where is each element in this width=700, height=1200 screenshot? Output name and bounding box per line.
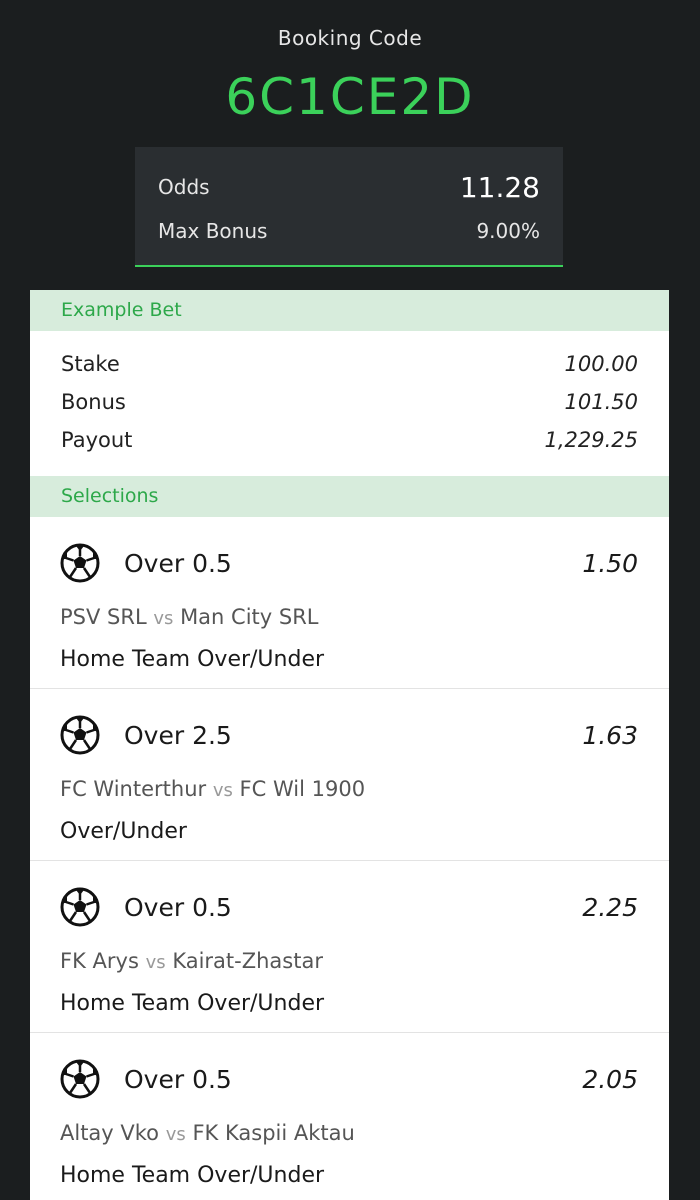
selection-match: FK Arys vs Kairat-Zhastar — [60, 949, 323, 973]
soccer-ball-icon — [60, 543, 100, 583]
selection-pick: Over 2.5 — [124, 720, 232, 750]
selections-header: Selections — [30, 476, 669, 517]
away-team: Kairat-Zhastar — [172, 949, 323, 973]
booking-screen: Booking Code 6C1CE2D Odds 11.28 Max Bonu… — [0, 0, 700, 1200]
max-bonus-label: Max Bonus — [158, 219, 268, 243]
selection-top: Over 0.5 2.25 — [60, 885, 638, 929]
selection-pick: Over 0.5 — [124, 1064, 232, 1094]
selection-item[interactable]: Over 0.5 1.50 PSV SRL vs Man City SRL Ho… — [30, 517, 669, 689]
max-bonus-row: Max Bonus 9.00% — [158, 217, 540, 245]
selection-market: Home Team Over/Under — [60, 1163, 325, 1188]
selection-odds: 2.05 — [582, 1064, 638, 1094]
payout-value: 1,229.25 — [544, 428, 638, 452]
home-team: FK Arys — [60, 949, 139, 973]
bonus-label: Bonus — [61, 390, 126, 414]
payout-row: Payout 1,229.25 — [61, 421, 638, 459]
max-bonus-value: 9.00% — [476, 219, 540, 243]
soccer-ball-icon — [60, 1059, 100, 1099]
selection-top: Over 0.5 2.05 — [60, 1057, 638, 1101]
odds-summary: Odds 11.28 Max Bonus 9.00% — [135, 147, 563, 267]
home-team: PSV SRL — [60, 605, 147, 629]
stake-value: 100.00 — [564, 352, 638, 376]
bonus-row: Bonus 101.50 — [61, 383, 638, 421]
soccer-ball-icon — [60, 715, 100, 755]
booking-code[interactable]: 6C1CE2D — [0, 68, 700, 126]
example-bet-header: Example Bet — [30, 290, 669, 331]
selection-market: Home Team Over/Under — [60, 991, 325, 1016]
bonus-value: 101.50 — [564, 390, 638, 414]
vs-label: vs — [145, 952, 166, 973]
odds-label: Odds — [158, 175, 210, 199]
stake-label: Stake — [61, 352, 120, 376]
odds-row: Odds 11.28 — [158, 169, 540, 205]
selection-pick: Over 0.5 — [124, 548, 232, 578]
selection-odds: 1.50 — [582, 548, 638, 578]
vs-label: vs — [212, 780, 233, 801]
away-team: Man City SRL — [180, 605, 319, 629]
selection-match: PSV SRL vs Man City SRL — [60, 605, 319, 629]
away-team: FK Kaspii Aktau — [192, 1121, 355, 1145]
selection-top: Over 2.5 1.63 — [60, 713, 638, 757]
selection-item[interactable]: Over 2.5 1.63 FC Winterthur vs FC Wil 19… — [30, 689, 669, 861]
selection-market: Over/Under — [60, 819, 187, 844]
home-team: FC Winterthur — [60, 777, 207, 801]
vs-label: vs — [153, 608, 174, 629]
selection-match: Altay Vko vs FK Kaspii Aktau — [60, 1121, 355, 1145]
example-bet: Stake 100.00 Bonus 101.50 Payout 1,229.2… — [30, 331, 669, 476]
selection-top: Over 0.5 1.50 — [60, 541, 638, 585]
soccer-ball-icon — [60, 887, 100, 927]
booking-code-label: Booking Code — [277, 26, 423, 50]
away-team: FC Wil 1900 — [239, 777, 366, 801]
odds-value: 11.28 — [459, 170, 540, 204]
selection-match: FC Winterthur vs FC Wil 1900 — [60, 777, 365, 801]
stake-row: Stake 100.00 — [61, 345, 638, 383]
selection-item[interactable]: Over 0.5 2.25 FK Arys vs Kairat-Zhastar … — [30, 861, 669, 1033]
home-team: Altay Vko — [60, 1121, 160, 1145]
selection-pick: Over 0.5 — [124, 892, 232, 922]
selection-item[interactable]: Over 0.5 2.05 Altay Vko vs FK Kaspii Akt… — [30, 1033, 669, 1200]
bet-details-card: Example Bet Stake 100.00 Bonus 101.50 Pa… — [30, 290, 669, 1200]
vs-label: vs — [165, 1124, 186, 1145]
selection-market: Home Team Over/Under — [60, 647, 325, 672]
selection-odds: 1.63 — [582, 720, 638, 750]
payout-label: Payout — [61, 428, 133, 452]
selection-odds: 2.25 — [582, 892, 638, 922]
